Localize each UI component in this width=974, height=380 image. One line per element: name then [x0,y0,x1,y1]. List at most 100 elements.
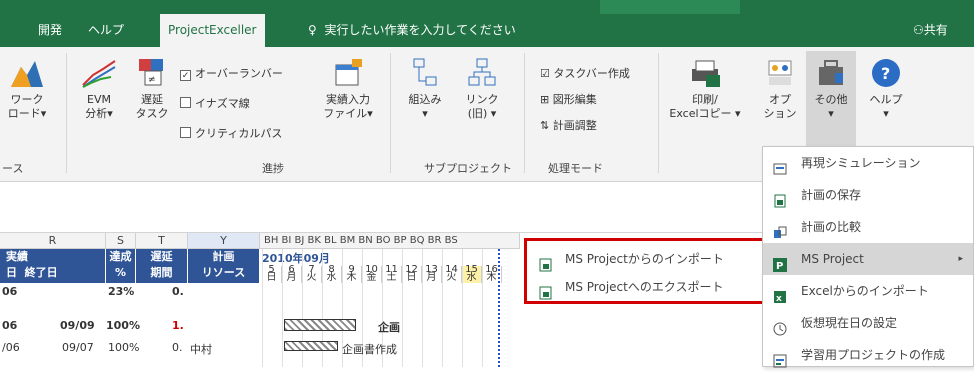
row1-pct: 23% [108,285,135,298]
weekday: 木 [346,272,357,283]
gantt-day-7: 7火 [302,265,322,283]
svg-text:?: ? [881,64,890,83]
row3-pct: 100% [108,341,140,354]
weekday: 水 [326,272,337,283]
printer-icon [692,60,720,87]
gantt-day-11: 11 土 [382,265,402,283]
weekday: 水 [466,272,477,283]
menu-save-plan[interactable]: 計画の保存 [763,179,973,211]
help-button[interactable]: ? ヘルプ ▾ [866,57,906,121]
row1-start: 06 [2,285,18,298]
svg-text:P: P [776,261,783,272]
plan-adjust-button[interactable]: ⇅ 計画調整 [540,117,597,133]
weekday: 木 [486,272,497,283]
group-label-subproject: サブプロジェクト [424,162,512,175]
title-bar [0,0,974,14]
svg-text:x: x [776,294,782,304]
other-button[interactable]: その他 ▾ [806,51,856,149]
row3-task: 企画書作成 [342,343,397,356]
tab-help[interactable]: ヘルプ [80,14,132,47]
row2-end: 09/09 [60,319,95,332]
gantt-day-5: 5日 [262,265,282,283]
col-header-s[interactable]: S [106,233,136,249]
weekday: 月 [286,272,297,283]
weekday: 日 [266,272,277,283]
tell-me-text: 実行したい作業を入力してください [324,23,516,37]
col-header-r[interactable]: R [0,233,106,249]
menu-virtual-date[interactable]: 仮想現在日の設定 [763,307,973,339]
ms-project-export-item[interactable]: MS Projectへのエクスポート [527,271,763,303]
group-label-progress: 進捗 [262,162,284,175]
other-dropdown-menu: 再現シミュレーション 計画の保存 計画の比較 P MS Project ▸ x … [762,146,974,368]
delay-task-icon: ≠ [139,59,163,86]
evm-chart-icon [82,60,116,88]
weekday: 金 [366,272,377,283]
toolbox-icon [819,60,843,85]
menu-compare-plan[interactable]: 計画の比較 [763,211,973,243]
clock-icon [773,316,787,336]
link-old-button[interactable]: リンク (旧) ▾ [452,57,512,121]
grid-line [442,249,443,367]
hierarchy-icon [413,58,437,86]
gantt-day-13: 13 月 [422,265,442,283]
overrun-bar-checkbox[interactable]: ✓ オーバーランバー [180,65,283,81]
gantt-bar-plan[interactable] [284,319,356,331]
grid-line [402,249,403,367]
row2-start: 06 [2,319,18,332]
col-header-y[interactable]: Y [188,233,260,249]
gantt-day-14: 14 火 [442,265,462,283]
ribbon-tab-bar: 開発 ヘルプ ProjectExceller ♀ 実行したい作業を入力してくださ… [0,14,974,48]
lightning-line-checkbox[interactable]: イナズマ線 [180,95,250,111]
grid-line [422,249,423,367]
evm-analysis-button[interactable]: EVM 分析▾ [76,57,122,121]
workload-button[interactable]: ワーク ロード▾ [2,57,52,121]
weekday: 火 [446,272,457,283]
grid-line [462,249,463,367]
tab-developer[interactable]: 開発 [30,14,70,47]
ms-project-submenu: MS Projectからのインポート MS Projectへのエクスポート [524,238,766,304]
tab-projectexceller[interactable]: ProjectExceller [160,14,265,48]
weekday: 日 [406,272,417,283]
row3-start: /06 [2,341,20,354]
weekday: 月 [426,272,437,283]
delay-task-button[interactable]: ≠ 遅延 タスク [132,57,172,121]
tell-me-box[interactable]: ♀ 実行したい作業を入力してください [300,14,524,47]
submenu-arrow-icon: ▸ [958,254,963,264]
menu-import-from-excel[interactable]: x Excelからのインポート [763,275,973,307]
gantt-day-9: 9木 [342,265,362,283]
import-doc-icon [539,252,553,272]
embed-button[interactable]: 組込み ▾ [402,57,448,121]
print-excel-copy-button[interactable]: 印刷/Excelコピー ▾ [668,57,742,121]
compare-icon [773,220,787,238]
menu-ms-project[interactable]: P MS Project ▸ [763,243,973,275]
menu-learning-project[interactable]: 学習用プロジェクトの作成 [763,339,973,371]
actual-input-file-button[interactable]: 実績入力 ファイル▾ [318,57,378,121]
critical-path-checkbox[interactable]: クリティカルパス [180,125,282,141]
row2-pct: 100% [106,319,140,332]
simulation-icon [773,156,787,175]
help-icon: ? [872,59,900,87]
col-header-t[interactable]: T [136,233,188,249]
adjust-icon: ⇅ [540,119,550,132]
shape-edit-button[interactable]: ⊞ 図形編集 [540,91,597,107]
header-delay: 遅延 期間 [136,249,188,283]
row3-end: 09/07 [62,341,94,354]
col-header-gantt[interactable]: BH BI BJ BK BL BM BN BO BP BQ BR BS [260,233,520,249]
row1-delay: 0. [172,285,184,298]
gantt-day-8: 8水 [322,265,342,283]
grid-line [262,249,263,367]
gantt-day-12: 12 日 [402,265,422,283]
export-doc-icon [539,280,553,300]
gantt-bar-doc[interactable] [284,341,338,351]
gantt-day-10: 10 金 [362,265,382,283]
file-table-icon [335,59,362,86]
options-button[interactable]: オプ ション [760,57,800,121]
taskbar-create-button[interactable]: ☑ タスクバー作成 [540,65,630,81]
menu-replay-simulation[interactable]: 再現シミュレーション [763,147,973,179]
ms-project-icon: P [773,252,787,272]
mountain-chart-icon [11,61,43,87]
excel-import-icon: x [773,284,787,304]
group-label-base: ース [2,162,24,175]
share-button[interactable]: ⚇共有 [905,14,956,47]
today-line [498,249,500,367]
